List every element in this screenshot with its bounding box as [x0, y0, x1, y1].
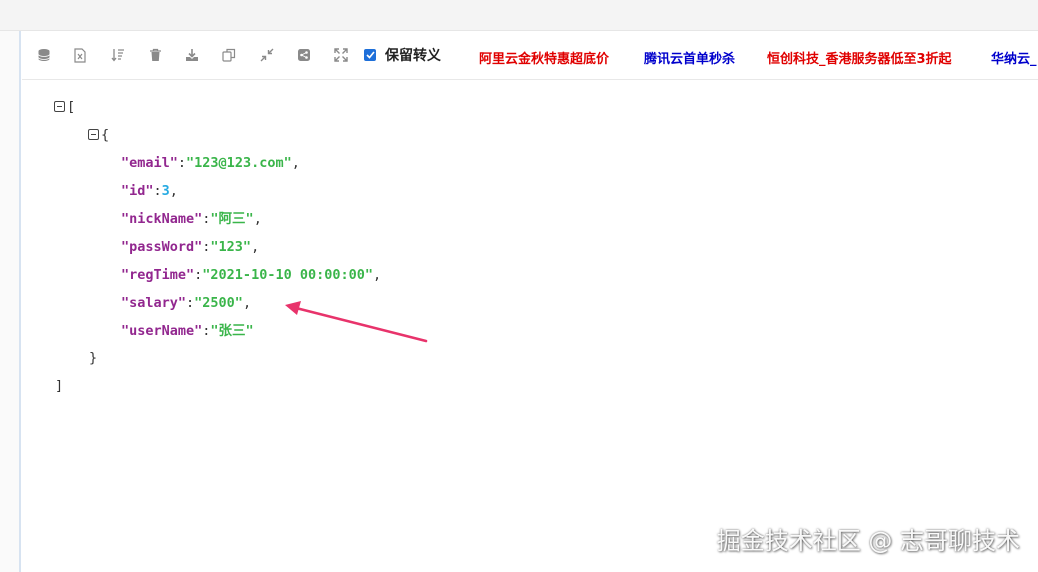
sort-icon[interactable] [110, 47, 126, 63]
json-key: "passWord" [121, 239, 203, 255]
panel-divider [19, 31, 21, 572]
excel-icon[interactable] [72, 47, 88, 63]
database-icon[interactable] [36, 47, 52, 63]
collapse-array-toggle[interactable] [54, 100, 65, 112]
json-key: "regTime" [121, 267, 195, 283]
array-open-line: [ [54, 97, 75, 117]
json-value: "123" [210, 239, 252, 255]
object-open-brace: { [101, 127, 110, 143]
json-field-salary: "salary":"2500", [121, 295, 252, 311]
json-value: "2500" [194, 295, 243, 311]
trash-icon[interactable] [147, 47, 163, 63]
keep-escape-checkbox[interactable] [364, 49, 376, 61]
json-value: "2021-10-10 00:00:00" [202, 267, 373, 283]
json-value: "阿三" [210, 211, 254, 227]
json-field-password: "passWord":"123", [121, 239, 260, 255]
ad-link-hengchuang[interactable]: 恒创科技_香港服务器低至3折起 [767, 48, 952, 67]
copy-icon[interactable] [221, 47, 237, 63]
json-field-nickname: "nickName":"阿三", [121, 211, 262, 227]
json-key: "email" [121, 155, 178, 171]
keep-escape-label: 保留转义 [385, 48, 441, 64]
object-close-brace: } [89, 350, 98, 366]
json-value: "张三" [210, 323, 254, 339]
share-icon[interactable] [296, 47, 312, 63]
json-viewer: [ { "email":"123@123.com", "id":3, "nick… [22, 80, 1038, 572]
array-close-line: ] [55, 376, 63, 396]
json-key: "id" [121, 183, 154, 199]
json-key: "userName" [121, 323, 203, 339]
array-open-bracket: [ [67, 99, 76, 115]
compress-icon[interactable] [259, 47, 275, 63]
json-field-username: "userName":"张三" [121, 323, 254, 339]
json-value: "123@123.com" [186, 155, 292, 171]
collapse-object-toggle[interactable] [88, 128, 99, 140]
json-key: "salary" [121, 295, 187, 311]
ad-link-aliyun[interactable]: 阿里云金秋特惠超底价 [479, 48, 609, 67]
json-value: 3 [161, 183, 170, 199]
json-field-regtime: "regTime":"2021-10-10 00:00:00", [121, 267, 382, 283]
object-close-line: } [89, 348, 97, 368]
json-field-id: "id":3, [121, 183, 178, 199]
download-icon[interactable] [184, 47, 200, 63]
json-field-email: "email":"123@123.com", [121, 155, 300, 171]
watermark-text: 掘金技术社区 @ 志哥聊技术 [716, 527, 1020, 555]
object-open-line: { [88, 125, 109, 145]
json-key: "nickName" [121, 211, 203, 227]
expand-icon[interactable] [333, 47, 349, 63]
browser-top-bar [0, 0, 1038, 31]
json-toolbar: 保留转义 阿里云金秋特惠超底价 腾讯云首单秒杀 恒创科技_香港服务器低至3折起 … [22, 31, 1038, 80]
left-side-panel [0, 31, 21, 572]
ad-link-huanayun[interactable]: 华纳云_ [991, 48, 1037, 67]
ad-link-tencent[interactable]: 腾讯云首单秒杀 [644, 48, 735, 67]
array-close-bracket: ] [55, 378, 64, 394]
